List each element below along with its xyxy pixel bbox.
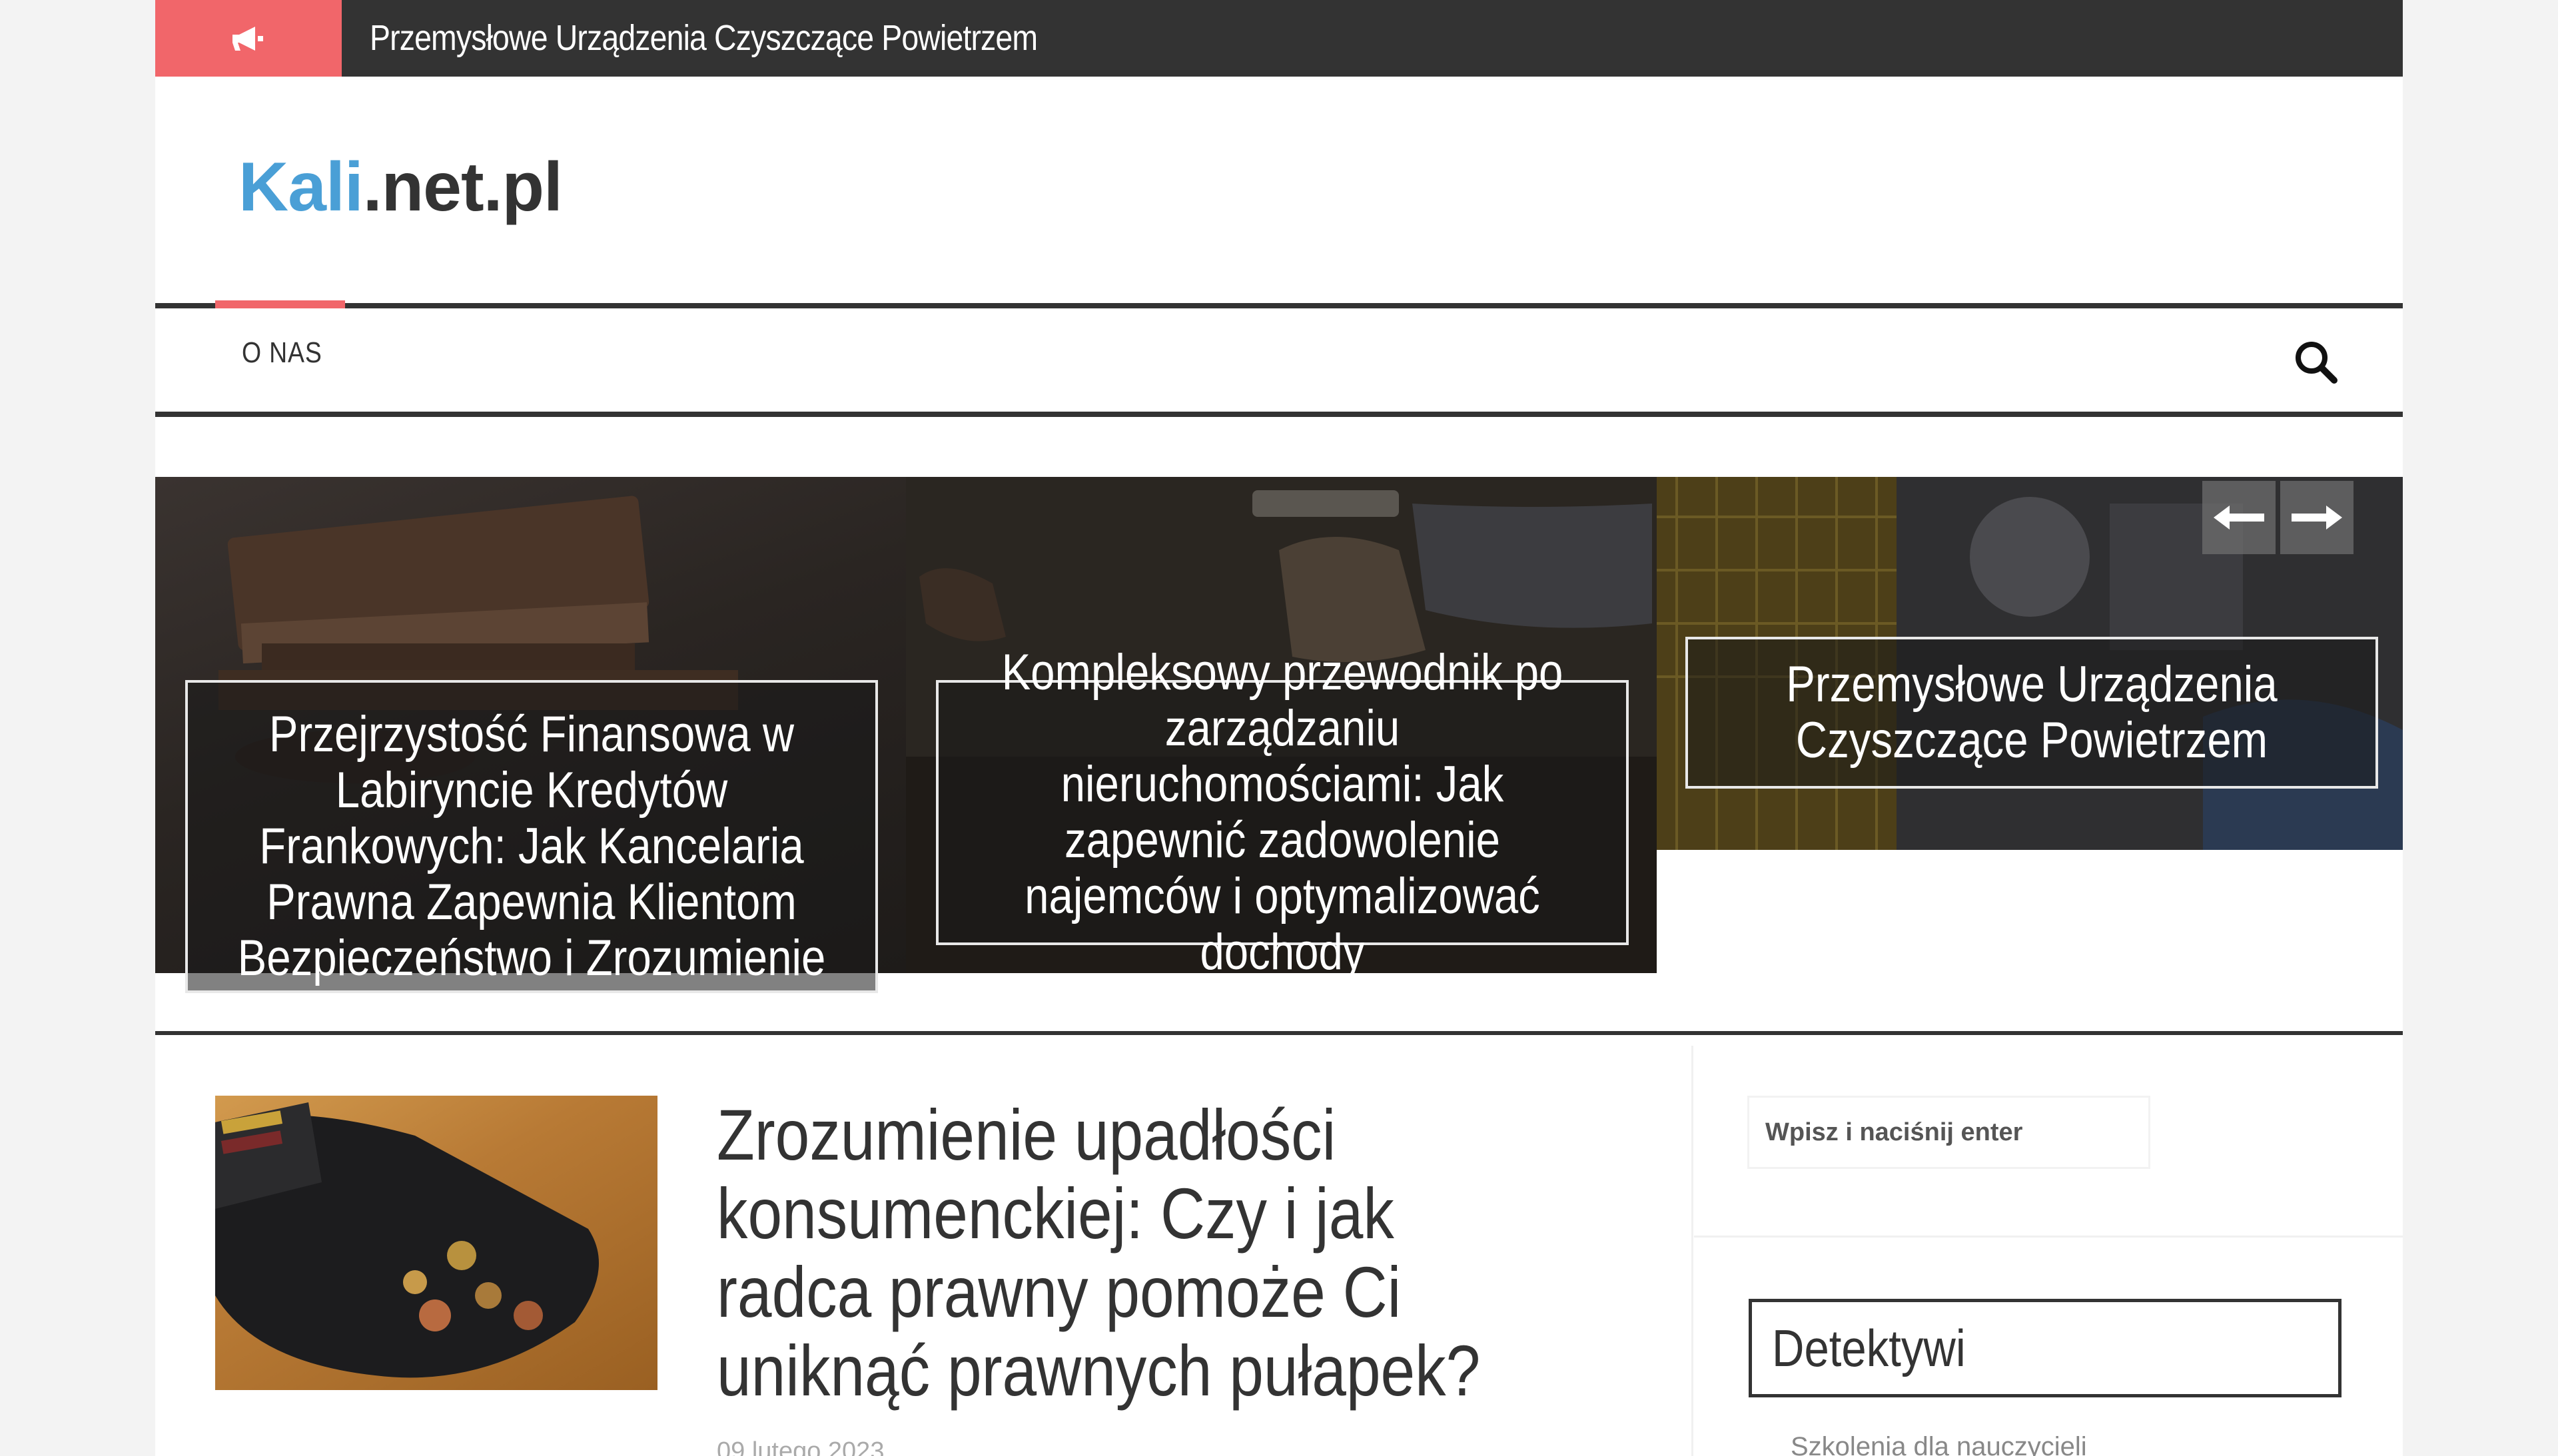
- nav-item-o-nas[interactable]: O NAS: [242, 336, 322, 370]
- ticker-badge: [155, 0, 342, 77]
- article-title[interactable]: Zrozumienie upadłości konsumenckiej: Czy…: [717, 1096, 1536, 1410]
- nav-bottom-border: [155, 412, 2403, 417]
- widget-link[interactable]: Szkolenia dla nauczycieli: [1791, 1432, 2087, 1456]
- search-icon[interactable]: [2292, 338, 2340, 386]
- arrow-right-icon: [2292, 506, 2342, 530]
- page: Przemysłowe Urządzenia Czyszczące Powiet…: [155, 0, 2403, 1456]
- site-logo[interactable]: Kali.net.pl: [238, 148, 563, 227]
- slide-3-caption[interactable]: Przemysłowe Urządzenia Czyszczące Powiet…: [1685, 637, 2378, 789]
- arrow-left-icon: [2214, 506, 2264, 530]
- wallet-coins-image: [215, 1102, 599, 1378]
- article-date: 09 lutego 2023: [717, 1437, 885, 1456]
- slide-2-caption[interactable]: Kompleksowy przewodnik po zarządzaniu ni…: [936, 645, 1629, 980]
- slider-next-button[interactable]: [2280, 481, 2353, 554]
- sidebar-separator: [1694, 1236, 2403, 1238]
- nav-top-border: [155, 303, 2403, 308]
- sidebar-divider: [1691, 1046, 1693, 1456]
- slide-2-title: Kompleksowy przewodnik po zarządzaniu ni…: [1001, 644, 1563, 980]
- logo-primary: Kali: [238, 149, 364, 226]
- widget-title-text: Detektywi: [1772, 1319, 1966, 1377]
- sidebar-search-input[interactable]: [1747, 1096, 2150, 1169]
- slide-3-title: Przemysłowe Urządzenia Czyszczące Powiet…: [1786, 656, 2278, 769]
- content-divider: [155, 1031, 2403, 1035]
- slider-prev-button[interactable]: [2202, 481, 2276, 554]
- megaphone-icon: [232, 26, 263, 51]
- article-thumbnail[interactable]: [215, 1096, 657, 1390]
- widget-title-detektywi: Detektywi: [1749, 1299, 2342, 1397]
- logo-domain: .net.pl: [362, 149, 563, 226]
- nav-active-indicator: [215, 300, 345, 308]
- featured-slider: Przejrzystość Finansowa w Labiryncie Kre…: [155, 477, 2403, 993]
- news-ticker: Przemysłowe Urządzenia Czyszczące Powiet…: [155, 0, 2403, 77]
- slide-1-title: Przejrzystość Finansowa w Labiryncie Kre…: [237, 706, 826, 986]
- ticker-headline[interactable]: Przemysłowe Urządzenia Czyszczące Powiet…: [370, 0, 1038, 77]
- slide-1-caption[interactable]: Przejrzystość Finansowa w Labiryncie Kre…: [185, 680, 878, 993]
